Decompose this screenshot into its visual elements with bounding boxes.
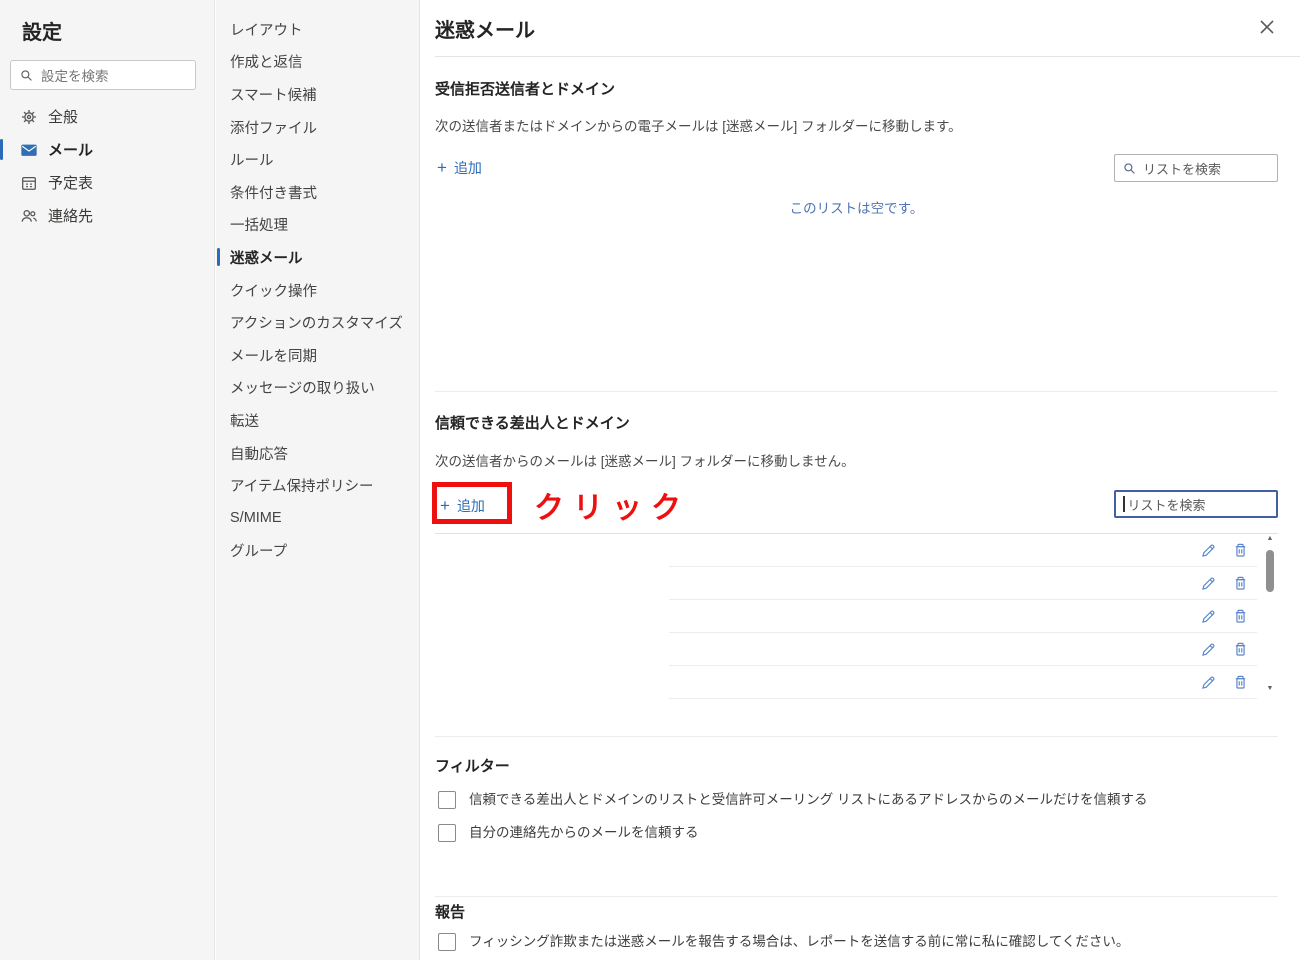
settings-search-input[interactable]: 設定を検索	[10, 60, 196, 90]
nav-item-groups[interactable]: グループ	[216, 535, 420, 568]
sidebar-item-mail[interactable]: メール	[0, 133, 215, 166]
nav-item-compose-reply[interactable]: 作成と返信	[216, 46, 420, 79]
sidebar-item-label: 全般	[48, 109, 79, 126]
checkbox-label: フィッシング詐欺または迷惑メールを報告する場合は、レポートを送信する前に常に私に…	[469, 934, 1130, 949]
blocked-list-search-input[interactable]: リストを検索	[1114, 154, 1278, 182]
sidebar-item-general[interactable]: 全般	[0, 100, 215, 133]
plus-icon: +	[437, 158, 447, 177]
filter-option-row: 信頼できる差出人とドメインのリストと受信許可メーリング リストにあるアドレスから…	[438, 791, 1147, 809]
close-icon	[1260, 20, 1274, 34]
nav-item-retention-policies[interactable]: アイテム保持ポリシー	[216, 469, 420, 502]
close-button[interactable]	[1253, 13, 1281, 41]
people-icon	[21, 209, 37, 222]
gear-icon	[21, 109, 37, 124]
text-cursor	[1123, 495, 1126, 513]
sidebar-item-label: メール	[48, 142, 94, 159]
edit-pencil-icon[interactable]	[1200, 674, 1217, 691]
settings-title: 設定	[22, 22, 62, 44]
selection-bar	[217, 248, 220, 267]
safe-list-row	[669, 534, 1257, 567]
report-heading: 報告	[435, 904, 466, 921]
edit-pencil-icon[interactable]	[1200, 641, 1217, 658]
search-icon	[21, 69, 32, 81]
annotation-click-box	[432, 482, 512, 524]
checkbox-label: 信頼できる差出人とドメインのリストと受信許可メーリング リストにあるアドレスから…	[469, 792, 1148, 807]
nav-item-auto-replies[interactable]: 自動応答	[216, 437, 420, 470]
sidebar-nav: 全般 メール 予定表 連絡先	[0, 100, 215, 232]
safe-list-row	[669, 567, 1257, 600]
scroll-down-icon[interactable]: ▼	[1264, 685, 1276, 692]
divider	[435, 391, 1278, 392]
settings-search-placeholder: 設定を検索	[41, 69, 109, 84]
blocked-senders-heading: 受信拒否送信者とドメイン	[435, 81, 616, 98]
edit-pencil-icon[interactable]	[1200, 608, 1217, 625]
safe-list-search-input[interactable]: リストを検索	[1114, 490, 1278, 518]
delete-trash-icon[interactable]	[1232, 575, 1249, 592]
delete-trash-icon[interactable]	[1232, 542, 1249, 559]
settings-sidebar: 設定 設定を検索 全般 メール 予定表 連絡先	[0, 0, 215, 960]
safe-list-row	[669, 666, 1257, 699]
nav-item-message-handling[interactable]: メッセージの取り扱い	[216, 372, 420, 405]
calendar-icon	[22, 176, 36, 190]
delete-trash-icon[interactable]	[1232, 674, 1249, 691]
safe-senders-heading: 信頼できる差出人とドメイン	[435, 415, 630, 432]
selection-bar	[0, 139, 3, 160]
annotation-click-label: クリック	[534, 492, 690, 525]
trusted-lists-only-checkbox[interactable]	[438, 791, 456, 809]
nav-item-rules[interactable]: ルール	[216, 143, 420, 176]
sidebar-item-label: 予定表	[48, 175, 94, 192]
nav-item-quick-steps[interactable]: クイック操作	[216, 274, 420, 307]
safe-list-row	[669, 633, 1257, 666]
sidebar-item-label: 連絡先	[48, 208, 94, 225]
nav-item-attachments[interactable]: 添付ファイル	[216, 111, 420, 144]
safe-senders-description: 次の送信者からのメールは [迷惑メール] フォルダーに移動しません。	[435, 454, 855, 469]
blocked-add-button[interactable]: + 追加	[437, 158, 482, 178]
nav-item-junk-email[interactable]: 迷惑メール	[216, 241, 420, 274]
confirm-before-report-checkbox[interactable]	[438, 933, 456, 951]
mail-icon	[21, 144, 37, 156]
checkbox-label: 自分の連絡先からのメールを信頼する	[469, 825, 699, 840]
nav-item-sweep[interactable]: 一括処理	[216, 209, 420, 242]
nav-item-smime[interactable]: S/MIME	[216, 502, 420, 535]
search-placeholder: リストを検索	[1127, 497, 1206, 513]
divider	[435, 896, 1278, 897]
sidebar-item-calendar[interactable]: 予定表	[0, 166, 215, 199]
safe-list-row	[669, 600, 1257, 633]
divider	[435, 56, 1300, 57]
blocked-senders-description: 次の送信者またはドメインからの電子メールは [迷惑メール] フォルダーに移動しま…	[435, 119, 962, 134]
delete-trash-icon[interactable]	[1232, 641, 1249, 658]
nav-item-forwarding[interactable]: 転送	[216, 404, 420, 437]
edit-pencil-icon[interactable]	[1200, 542, 1217, 559]
nav-item-smart-suggestions[interactable]: スマート候補	[216, 78, 420, 111]
trust-contacts-checkbox[interactable]	[438, 824, 456, 842]
sidebar-item-contacts[interactable]: 連絡先	[0, 199, 215, 232]
nav-item-layout[interactable]: レイアウト	[216, 13, 420, 46]
empty-list-text: このリストは空です。	[789, 201, 924, 216]
nav-item-label: 迷惑メール	[230, 250, 303, 267]
list-scrollbar-thumb[interactable]	[1266, 550, 1274, 592]
filter-heading: フィルター	[435, 758, 510, 775]
settings-window: 設定 設定を検索 全般 メール 予定表 連絡先 レイアウト 作成と返信 スマート…	[0, 0, 1300, 960]
divider	[435, 736, 1278, 737]
delete-trash-icon[interactable]	[1232, 608, 1249, 625]
add-label: 追加	[453, 160, 482, 176]
nav-item-customize-actions[interactable]: アクションのカスタマイズ	[216, 306, 420, 339]
scroll-up-icon[interactable]: ▲	[1264, 535, 1276, 542]
report-option-row: フィッシング詐欺または迷惑メールを報告する場合は、レポートを送信する前に常に私に…	[438, 933, 1129, 951]
nav-item-sync-email[interactable]: メールを同期	[216, 339, 420, 372]
mail-settings-nav: レイアウト 作成と返信 スマート候補 添付ファイル ルール 条件付き書式 一括処…	[216, 0, 420, 960]
panel-title: 迷惑メール	[435, 20, 535, 42]
search-placeholder: リストを検索	[1143, 161, 1222, 177]
search-icon	[1124, 162, 1135, 174]
junk-email-panel: 迷惑メール 受信拒否送信者とドメイン 次の送信者またはドメインからの電子メールは…	[421, 0, 1300, 960]
edit-pencil-icon[interactable]	[1200, 575, 1217, 592]
filter-option-row: 自分の連絡先からのメールを信頼する	[438, 824, 699, 842]
nav-item-conditional-formatting[interactable]: 条件付き書式	[216, 176, 420, 209]
